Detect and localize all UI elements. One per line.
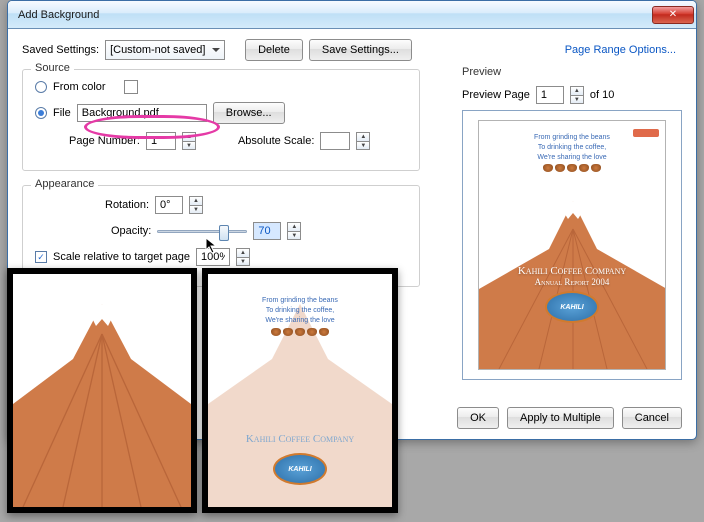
file-input[interactable]: [77, 104, 207, 122]
preview-frame: From grinding the beans To drinking the …: [462, 110, 682, 380]
dialog-title: Add Background: [18, 9, 652, 21]
source-legend: Source: [31, 62, 74, 74]
saved-settings-label: Saved Settings:: [22, 44, 99, 56]
file-radio-label: File: [53, 107, 71, 119]
ok-button[interactable]: OK: [457, 407, 499, 429]
preview-page: From grinding the beans To drinking the …: [478, 120, 666, 370]
page-number-label: Page Number:: [69, 135, 140, 147]
rotation-spinner[interactable]: ▲▼: [189, 196, 203, 214]
preview-page-label: Preview Page: [462, 89, 530, 101]
logo-icon: KAHILI: [273, 453, 327, 485]
preview-legend: Preview: [462, 66, 682, 78]
saved-settings-select[interactable]: [Custom-not saved]: [105, 40, 225, 60]
opacity-slider[interactable]: [157, 223, 247, 239]
thumbnail-after: From grinding the beans To drinking the …: [202, 268, 398, 513]
mountain-art: [13, 274, 191, 507]
opacity-label: Opacity:: [111, 225, 151, 237]
page-number-input[interactable]: [146, 132, 176, 150]
preview-group: Preview Preview Page ▲▼ of 10 From grind…: [462, 66, 682, 380]
file-radio[interactable]: [35, 107, 47, 119]
appearance-legend: Appearance: [31, 178, 98, 190]
rotation-input[interactable]: [155, 196, 183, 214]
color-swatch[interactable]: [124, 80, 138, 94]
tag-icon: [633, 129, 659, 137]
cancel-button[interactable]: Cancel: [622, 407, 682, 429]
garland-icon: [479, 164, 665, 172]
absolute-scale-label: Absolute Scale:: [238, 135, 314, 147]
absolute-scale-spinner[interactable]: ▲▼: [356, 132, 370, 150]
page-range-options-link[interactable]: Page Range Options...: [565, 44, 676, 56]
rotation-label: Rotation:: [105, 199, 149, 211]
delete-button[interactable]: Delete: [245, 39, 303, 61]
from-color-radio[interactable]: [35, 81, 47, 93]
opacity-spinner[interactable]: ▲▼: [287, 222, 301, 240]
garland-icon: [208, 328, 392, 336]
preview-page-spinner[interactable]: ▲▼: [570, 86, 584, 104]
preview-page-input[interactable]: [536, 86, 564, 104]
scale-relative-spinner[interactable]: ▲▼: [236, 248, 250, 266]
thumb-company: Kahili Coffee Company: [208, 433, 392, 445]
scale-relative-label: Scale relative to target page: [53, 251, 190, 263]
opacity-input[interactable]: [253, 222, 281, 240]
page-number-spinner[interactable]: ▲▼: [182, 132, 196, 150]
preview-company: Kahili Coffee Company Annual Report 2004…: [479, 265, 665, 327]
preview-of-label: of 10: [590, 89, 614, 101]
thumbnail-before: [7, 268, 197, 513]
titlebar[interactable]: Add Background ✕: [8, 1, 696, 29]
apply-multiple-button[interactable]: Apply to Multiple: [507, 407, 614, 429]
browse-button[interactable]: Browse...: [213, 102, 285, 124]
save-settings-button[interactable]: Save Settings...: [309, 39, 412, 61]
from-color-label: From color: [53, 81, 106, 93]
close-button[interactable]: ✕: [652, 6, 694, 24]
logo-icon: KAHILI: [545, 291, 599, 323]
scale-relative-input[interactable]: [196, 248, 230, 266]
absolute-scale-input[interactable]: [320, 132, 350, 150]
scale-relative-checkbox[interactable]: ✓: [35, 251, 47, 263]
